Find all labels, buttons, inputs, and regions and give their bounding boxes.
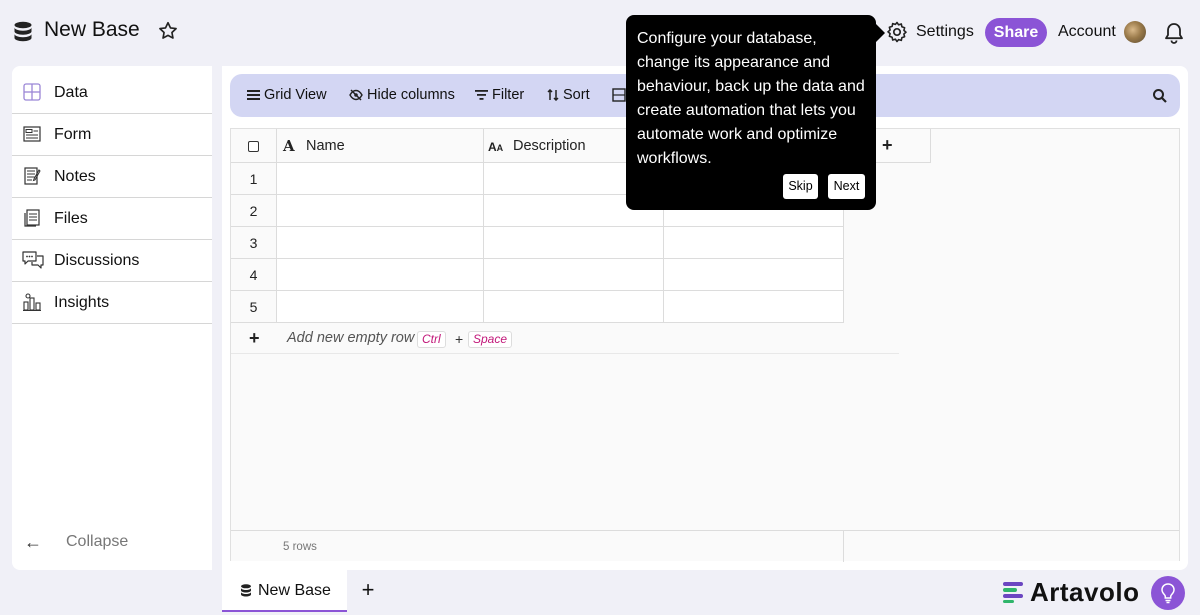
share-button[interactable]: Share (985, 18, 1047, 47)
row-number: 2 (231, 195, 277, 227)
account-button[interactable]: Account (1058, 23, 1116, 41)
shortcut-key: Space (468, 331, 513, 348)
row-number: 1 (231, 163, 277, 195)
add-row-button[interactable]: + Add new empty row Ctrl + Space (231, 322, 899, 354)
select-all-cell (231, 129, 277, 163)
files-icon (24, 209, 40, 227)
sidebar-item-label: Notes (54, 168, 96, 185)
table-cell[interactable] (277, 163, 484, 195)
sidebar-item-files[interactable]: Files (12, 198, 212, 240)
onboarding-tooltip: Configure your database, change its appe… (626, 15, 885, 210)
sort-icon (547, 89, 559, 102)
column-header-name[interactable]: A Name (277, 129, 484, 163)
form-icon (23, 126, 41, 142)
row-number: 3 (231, 227, 277, 259)
eye-off-icon (349, 89, 363, 101)
bell-icon[interactable] (1163, 21, 1185, 45)
row-height-icon[interactable] (612, 88, 626, 102)
base-tab-label: New Base (258, 582, 331, 599)
grid-view-button[interactable]: Grid View (247, 87, 327, 103)
sidebar-item-label: Files (54, 210, 88, 227)
long-text-type-icon: AA (488, 140, 504, 154)
plus-icon: + (882, 135, 893, 155)
database-icon (14, 21, 32, 42)
sidebar-item-notes[interactable]: Notes (12, 156, 212, 198)
sidebar-item-label: Discussions (54, 252, 140, 269)
add-row-label: Add new empty row (287, 330, 415, 346)
discussions-icon (22, 251, 44, 269)
app-header: New Base Settings Share Account (0, 0, 1200, 62)
brand-logo: Artavolo (1003, 577, 1143, 607)
settings-button[interactable]: Settings (916, 23, 974, 41)
footer-divider (843, 531, 844, 562)
table-cell[interactable] (277, 195, 484, 227)
table-cell[interactable] (277, 227, 484, 259)
row-count: 5 rows (283, 541, 317, 553)
menu-icon (247, 90, 260, 101)
sort-button[interactable]: Sort (547, 87, 590, 103)
add-tab-button[interactable]: + (357, 578, 379, 602)
arrow-left-icon: ← (24, 532, 42, 552)
select-all-checkbox[interactable] (248, 141, 259, 152)
table-cell[interactable] (277, 291, 484, 323)
table-cell[interactable] (484, 259, 664, 291)
shortcut-key: Ctrl (417, 331, 446, 348)
insights-icon (23, 293, 41, 312)
sidebar-item-label: Form (54, 126, 92, 143)
hide-columns-label: Hide columns (367, 87, 455, 103)
text-type-icon: A (283, 137, 295, 155)
filter-icon (475, 90, 488, 100)
artavolo-logo-icon (1003, 582, 1023, 603)
avatar[interactable] (1124, 21, 1146, 43)
row-number: 5 (231, 291, 277, 323)
sidebar-item-form[interactable]: Form (12, 114, 212, 156)
hide-columns-button[interactable]: Hide columns (349, 87, 455, 103)
column-label: Name (306, 138, 345, 154)
grid-icon (23, 83, 41, 101)
sidebar-item-label: Insights (54, 294, 110, 311)
gear-icon[interactable] (885, 20, 909, 44)
table-cell[interactable] (664, 291, 844, 323)
table-cell[interactable] (484, 227, 664, 259)
tooltip-text: Configure your database, change its appe… (637, 30, 865, 167)
collapse-button[interactable]: ← Collapse (24, 530, 204, 554)
sort-label: Sort (563, 87, 590, 103)
base-tab[interactable]: New Base (222, 570, 347, 612)
table-cell[interactable] (664, 259, 844, 291)
base-title[interactable]: New Base (44, 18, 140, 42)
star-icon[interactable] (157, 20, 179, 42)
filter-button[interactable]: Filter (475, 87, 524, 103)
help-button[interactable] (1151, 576, 1185, 610)
sidebar: Data Form Notes Files Discussions Insigh… (12, 66, 212, 570)
next-button[interactable]: Next (828, 174, 865, 199)
search-icon[interactable] (1152, 88, 1168, 104)
shortcut-plus: + (455, 331, 464, 347)
table-cell[interactable] (484, 291, 664, 323)
brand-name: Artavolo (1030, 577, 1140, 607)
lightbulb-icon (1161, 583, 1175, 604)
row-number: 4 (231, 259, 277, 291)
plus-icon: + (249, 328, 260, 348)
skip-button[interactable]: Skip (783, 174, 818, 199)
sidebar-item-label: Data (54, 84, 88, 101)
database-icon (241, 584, 251, 597)
sidebar-item-data[interactable]: Data (12, 72, 212, 114)
filter-label: Filter (492, 87, 525, 103)
collapse-label: Collapse (66, 533, 129, 550)
sidebar-item-discussions[interactable]: Discussions (12, 240, 212, 282)
table-cell[interactable] (664, 227, 844, 259)
column-label: Description (513, 138, 586, 154)
sidebar-item-insights[interactable]: Insights (12, 282, 212, 324)
grid-view-label: Grid View (264, 87, 327, 103)
grid-footer: 5 rows (231, 530, 1179, 562)
notes-icon (24, 167, 41, 185)
table-cell[interactable] (277, 259, 484, 291)
